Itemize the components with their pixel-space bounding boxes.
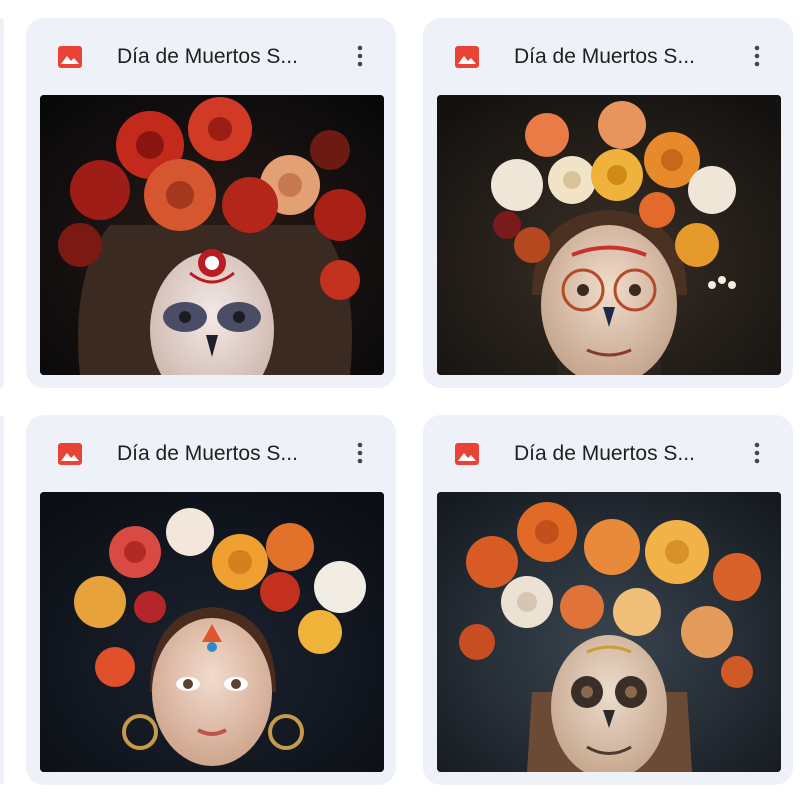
file-title[interactable]: Día de Muertos S... [514, 44, 724, 70]
image-thumbnail[interactable] [437, 492, 781, 772]
file-card-header: Día de Muertos S... [423, 18, 793, 94]
file-card[interactable]: Día de Muertos S... [26, 415, 396, 785]
more-vert-icon [754, 45, 760, 67]
file-card-header: Día de Muertos S... [26, 18, 396, 94]
file-card[interactable]: Día de Muertos S... [423, 18, 793, 388]
clipped-card-edge [0, 18, 4, 388]
file-title[interactable]: Día de Muertos S... [514, 441, 724, 467]
more-vert-icon [357, 442, 363, 464]
more-vert-icon [357, 45, 363, 67]
file-card-header: Día de Muertos S... [26, 415, 396, 491]
file-title[interactable]: Día de Muertos S... [117, 44, 327, 70]
image-file-icon [58, 46, 82, 68]
more-options-button[interactable] [344, 40, 376, 72]
image-file-icon [455, 46, 479, 68]
clipped-card-edge [0, 415, 4, 785]
file-title[interactable]: Día de Muertos S... [117, 441, 327, 467]
file-card-header: Día de Muertos S... [423, 415, 793, 491]
more-options-button[interactable] [741, 437, 773, 469]
more-vert-icon [754, 442, 760, 464]
more-options-button[interactable] [344, 437, 376, 469]
image-thumbnail[interactable] [437, 95, 781, 375]
file-card[interactable]: Día de Muertos S... [26, 18, 396, 388]
file-card[interactable]: Día de Muertos S... [423, 415, 793, 785]
image-file-icon [58, 443, 82, 465]
image-file-icon [455, 443, 479, 465]
file-grid: Día de Muertos S... Día de Muertos S... … [0, 0, 806, 794]
image-thumbnail[interactable] [40, 492, 384, 772]
more-options-button[interactable] [741, 40, 773, 72]
image-thumbnail[interactable] [40, 95, 384, 375]
